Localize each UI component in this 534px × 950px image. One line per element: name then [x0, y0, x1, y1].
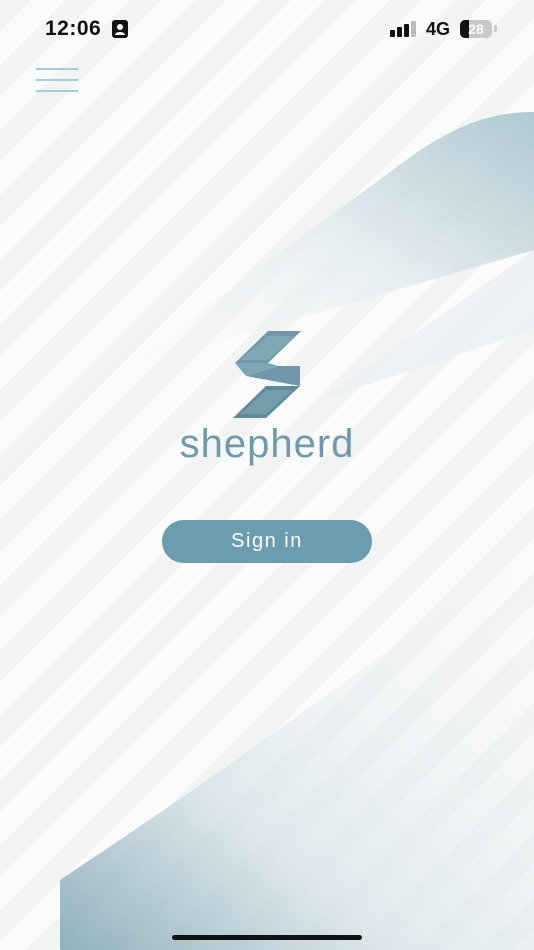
background-wave	[60, 112, 534, 950]
network-type: 4G	[426, 19, 451, 39]
shepherd-s-logo-icon	[233, 331, 301, 418]
battery-tip	[494, 25, 497, 32]
brand-name: shepherd	[179, 422, 355, 466]
battery-level: 28	[468, 21, 484, 37]
menu-line	[36, 90, 78, 92]
status-bar: 12:06 4G 28	[0, 0, 534, 58]
contact-card-icon	[112, 20, 128, 38]
battery-icon: 28	[460, 20, 492, 38]
status-time: 12:06	[45, 17, 102, 40]
hamburger-menu-icon[interactable]	[36, 68, 78, 92]
menu-line	[36, 68, 78, 70]
cellular-signal-icon	[390, 21, 416, 37]
sign-in-button[interactable]: Sign in	[162, 520, 372, 563]
menu-line	[36, 79, 78, 81]
home-indicator[interactable]	[172, 935, 362, 940]
